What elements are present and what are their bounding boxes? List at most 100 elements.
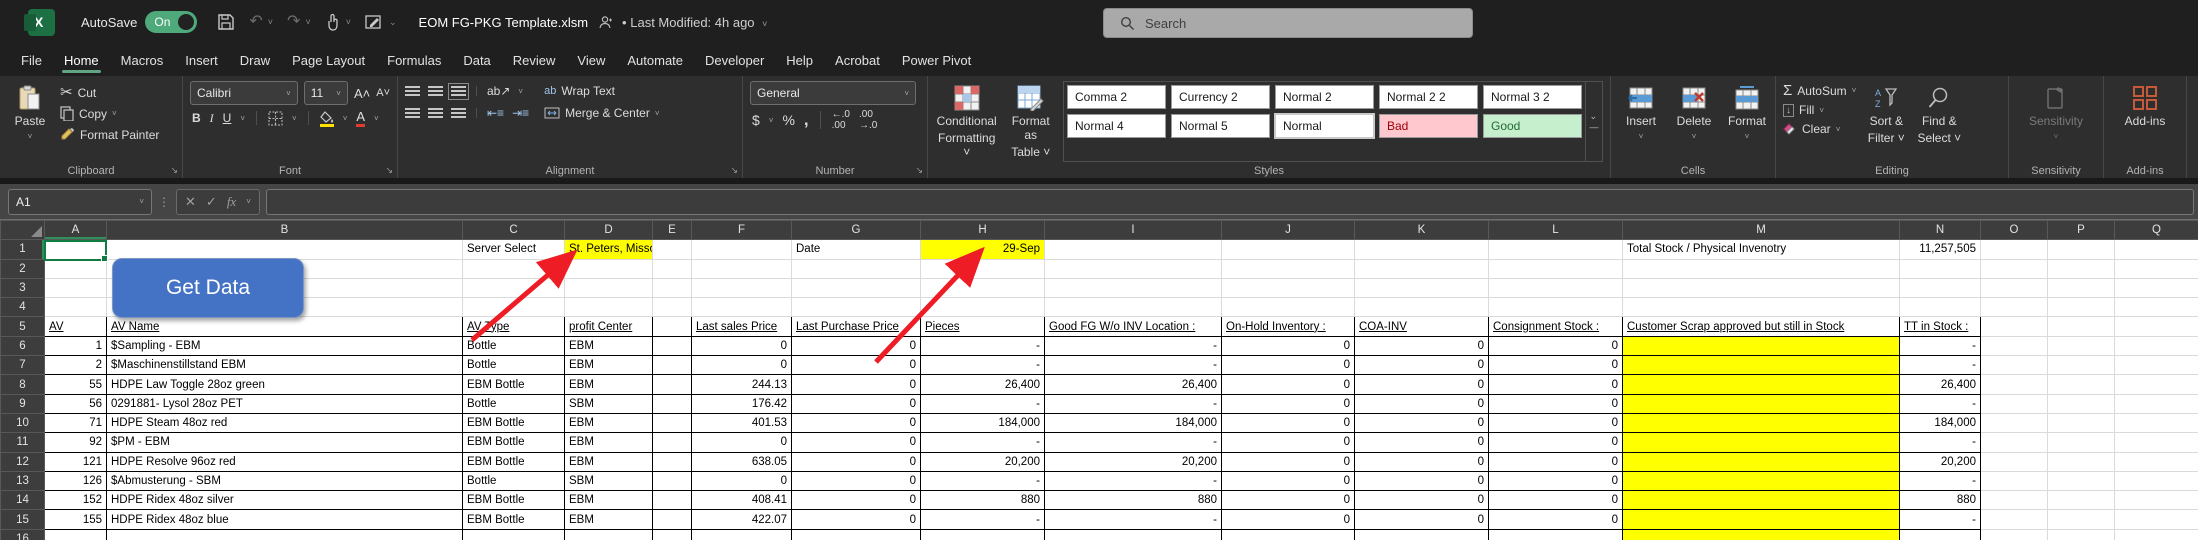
cell-L9[interactable]: 0 [1489, 394, 1623, 413]
col-header-K[interactable]: K [1355, 221, 1489, 240]
cell-N16[interactable] [1900, 529, 1981, 540]
cell-C5[interactable]: AV Type [463, 317, 565, 336]
cell-D3[interactable] [565, 278, 653, 297]
cell-C3[interactable] [463, 278, 565, 297]
cell-O15[interactable] [1981, 510, 2048, 529]
cell-P12[interactable] [2048, 452, 2115, 471]
align-left-icon[interactable] [405, 108, 420, 119]
cell-J7[interactable]: 0 [1222, 356, 1355, 375]
decrease-decimal-icon[interactable]: .00→.0 [859, 109, 877, 131]
cell-I15[interactable]: - [1045, 510, 1222, 529]
style-chip-normal-2[interactable]: Normal 2 [1275, 85, 1374, 109]
cell-H2[interactable] [921, 259, 1045, 278]
copy-dropdown-icon[interactable]: ˅ [112, 109, 117, 118]
align-top-icon[interactable] [405, 86, 420, 97]
delete-dropdown-icon[interactable]: ˅ [1692, 132, 1697, 141]
cell-D14[interactable]: EBM [565, 491, 653, 510]
cell-F14[interactable]: 408.41 [692, 491, 792, 510]
clipboard-dialog-launcher-icon[interactable]: ↘ [170, 165, 178, 176]
cell-G9[interactable]: 0 [792, 394, 921, 413]
cell-E14[interactable] [653, 491, 692, 510]
font-color-icon[interactable]: A [356, 109, 365, 127]
tab-review[interactable]: Review [502, 48, 567, 76]
cell-D12[interactable]: EBM [565, 452, 653, 471]
align-middle-icon[interactable] [428, 86, 443, 97]
cell-Q4[interactable] [2115, 298, 2198, 317]
cell-D2[interactable] [565, 259, 653, 278]
cell-G3[interactable] [792, 278, 921, 297]
cell-K1[interactable] [1355, 240, 1489, 259]
row-header-12[interactable]: 12 [1, 452, 45, 471]
styles-gallery-more-icon[interactable]: ⌄— [1586, 81, 1603, 162]
cell-O5[interactable] [1981, 317, 2048, 336]
cell-C16[interactable] [463, 529, 565, 540]
alignment-dialog-launcher-icon[interactable]: ↘ [730, 165, 738, 176]
cell-P10[interactable] [2048, 413, 2115, 432]
cell-E8[interactable] [653, 375, 692, 394]
cell-K4[interactable] [1355, 298, 1489, 317]
cell-J11[interactable]: 0 [1222, 433, 1355, 452]
tab-formulas[interactable]: Formulas [376, 48, 452, 76]
percent-style-icon[interactable]: % [782, 112, 794, 128]
name-box-dropdown-icon[interactable]: ˅ [139, 197, 144, 206]
cell-A2[interactable] [45, 259, 107, 278]
cell-C13[interactable]: Bottle [463, 471, 565, 490]
cell-B9[interactable]: 0291881- Lysol 28oz PET [107, 394, 463, 413]
cell-N7[interactable]: - [1900, 356, 1981, 375]
col-header-P[interactable]: P [2048, 221, 2115, 240]
cell-J8[interactable]: 0 [1222, 375, 1355, 394]
cell-A10[interactable]: 71 [45, 413, 107, 432]
increase-decimal-icon[interactable]: ←.0.00 [832, 109, 850, 131]
cell-H13[interactable]: - [921, 471, 1045, 490]
cell-J12[interactable]: 0 [1222, 452, 1355, 471]
cell-M12[interactable] [1623, 452, 1900, 471]
cell-I12[interactable]: 20,200 [1045, 452, 1222, 471]
col-header-J[interactable]: J [1222, 221, 1355, 240]
cell-B5[interactable]: AV Name [107, 317, 463, 336]
cell-M16[interactable] [1623, 529, 1900, 540]
cell-C2[interactable] [463, 259, 565, 278]
format-cells-button[interactable]: Format˅ [1724, 81, 1770, 162]
sensitivity-button[interactable]: Sensitivity ˅ [2029, 81, 2083, 162]
bold-button[interactable]: B [192, 111, 201, 125]
save-icon[interactable] [217, 13, 235, 31]
cell-H11[interactable]: - [921, 433, 1045, 452]
cell-B6[interactable]: $Sampling - EBM [107, 336, 463, 355]
cell-I4[interactable] [1045, 298, 1222, 317]
redo-icon[interactable]: ↷ [287, 14, 300, 30]
copy-button[interactable]: Copy˅ [60, 106, 159, 121]
row-header-6[interactable]: 6 [1, 336, 45, 355]
accounting-dropdown-icon[interactable]: ˅ [769, 116, 774, 125]
cell-D5[interactable]: profit Center [565, 317, 653, 336]
cell-D11[interactable]: EBM [565, 433, 653, 452]
cell-L4[interactable] [1489, 298, 1623, 317]
cell-K9[interactable]: 0 [1355, 394, 1489, 413]
cell-G12[interactable]: 0 [792, 452, 921, 471]
cell-P1[interactable] [2048, 240, 2115, 259]
cell-L13[interactable]: 0 [1489, 471, 1623, 490]
qat-customize-icon[interactable]: ⌄ [389, 17, 397, 28]
cell-E7[interactable] [653, 356, 692, 375]
style-chip-comma-2[interactable]: Comma 2 [1067, 85, 1166, 109]
col-header-G[interactable]: G [792, 221, 921, 240]
row-header-7[interactable]: 7 [1, 356, 45, 375]
cell-I6[interactable]: - [1045, 336, 1222, 355]
cell-K6[interactable]: 0 [1355, 336, 1489, 355]
cell-C10[interactable]: EBM Bottle [463, 413, 565, 432]
cell-N11[interactable]: - [1900, 433, 1981, 452]
cell-K2[interactable] [1355, 259, 1489, 278]
cell-G8[interactable]: 0 [792, 375, 921, 394]
cell-N1[interactable]: 11,257,505 [1900, 240, 1981, 259]
style-chip-normal-3-2[interactable]: Normal 3 2 [1483, 85, 1582, 109]
align-center-icon[interactable] [428, 108, 443, 119]
cell-H14[interactable]: 880 [921, 491, 1045, 510]
style-chip-currency-2[interactable]: Currency 2 [1171, 85, 1270, 109]
col-header-D[interactable]: D [565, 221, 653, 240]
cell-B10[interactable]: HDPE Steam 48oz red [107, 413, 463, 432]
touch-mode-icon[interactable] [325, 13, 341, 31]
font-size-select[interactable]: 11˅ [304, 81, 348, 105]
cell-G7[interactable]: 0 [792, 356, 921, 375]
cell-O9[interactable] [1981, 394, 2048, 413]
cell-Q7[interactable] [2115, 356, 2198, 375]
cell-J16[interactable] [1222, 529, 1355, 540]
